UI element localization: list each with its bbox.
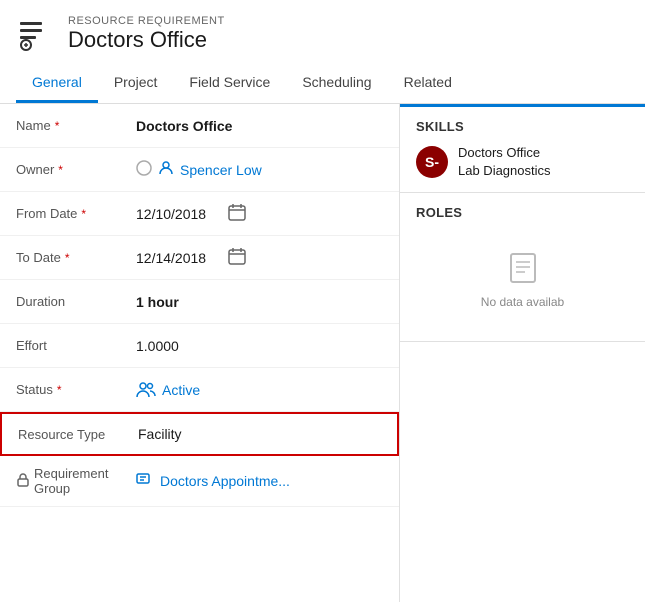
skill-avatar: S-: [416, 146, 448, 178]
main-content: Name * Doctors Office Owner *: [0, 104, 645, 602]
skills-section: Skills S- Doctors OfficeLab Diagnostics: [400, 107, 645, 193]
left-panel: Name * Doctors Office Owner *: [0, 104, 400, 602]
field-owner-row: Owner * Spencer Low: [0, 148, 399, 192]
tab-related[interactable]: Related: [388, 64, 468, 103]
right-panel: Skills S- Doctors OfficeLab Diagnostics …: [400, 104, 645, 602]
no-data-roles: No data availab: [416, 230, 629, 329]
field-to-date-value: 12/14/2018: [136, 247, 383, 268]
required-star-owner: *: [58, 163, 63, 177]
tab-field-service[interactable]: Field Service: [173, 64, 286, 103]
field-owner-label: Owner *: [16, 162, 136, 177]
skill-item: S- Doctors OfficeLab Diagnostics: [416, 144, 629, 180]
tab-scheduling[interactable]: Scheduling: [286, 64, 387, 103]
field-duration-row: Duration 1 hour: [0, 280, 399, 324]
from-date-text[interactable]: 12/10/2018: [136, 206, 206, 222]
skill-name: Doctors OfficeLab Diagnostics: [458, 144, 551, 180]
field-status-label: Status *: [16, 382, 136, 397]
field-requirement-group-row: Requirement Group Doctors Appointme...: [0, 456, 399, 507]
field-owner-value: Spencer Low: [136, 160, 383, 179]
header-text: RESOURCE REQUIREMENT Doctors Office: [68, 15, 225, 53]
to-date-calendar-icon[interactable]: [228, 247, 246, 268]
field-status-row: Status * Active: [0, 368, 399, 412]
field-name-label: Name *: [16, 118, 136, 133]
field-to-date-row: To Date * 12/14/2018: [0, 236, 399, 280]
person-icon: [158, 160, 174, 179]
group-link-icon: [136, 471, 154, 492]
resource-requirement-icon: [16, 14, 56, 54]
required-star-to: *: [65, 251, 70, 265]
required-star: *: [55, 119, 60, 133]
skills-title: Skills: [416, 119, 629, 134]
header-subtitle: RESOURCE REQUIREMENT: [68, 15, 225, 27]
field-from-date-row: From Date * 12/10/2018: [0, 192, 399, 236]
field-effort-row: Effort 1.0000: [0, 324, 399, 368]
field-duration-value[interactable]: 1 hour: [136, 294, 383, 310]
field-resource-type-value[interactable]: Facility: [138, 426, 381, 442]
nav-tabs: General Project Field Service Scheduling…: [0, 64, 645, 104]
status-value[interactable]: Active: [162, 382, 200, 398]
requirement-group-value[interactable]: Doctors Appointme...: [136, 471, 383, 492]
roles-title: Roles: [416, 205, 629, 220]
field-from-date-value: 12/10/2018: [136, 203, 383, 224]
owner-circle-icon: [136, 160, 152, 179]
required-star-from: *: [81, 207, 86, 221]
no-data-icon: [505, 250, 541, 289]
requirement-group-link-text[interactable]: Doctors Appointme...: [160, 473, 290, 489]
field-status-value: Active: [136, 380, 383, 400]
field-duration-label: Duration: [16, 294, 136, 309]
header-title: Doctors Office: [68, 27, 225, 53]
lock-icon: [16, 473, 30, 490]
from-date-calendar-icon[interactable]: [228, 203, 246, 224]
to-date-text[interactable]: 12/14/2018: [136, 250, 206, 266]
page-header: RESOURCE REQUIREMENT Doctors Office: [0, 0, 645, 64]
field-effort-label: Effort: [16, 338, 136, 353]
no-data-text: No data availab: [481, 295, 564, 309]
tab-general[interactable]: General: [16, 64, 98, 103]
tab-project[interactable]: Project: [98, 64, 174, 103]
field-requirement-group-label: Requirement Group: [16, 466, 136, 496]
roles-section: Roles No data availab: [400, 193, 645, 342]
field-name-value[interactable]: Doctors Office: [136, 118, 383, 134]
required-star-status: *: [57, 383, 62, 397]
field-from-date-label: From Date *: [16, 206, 136, 221]
owner-name[interactable]: Spencer Low: [180, 162, 383, 178]
field-effort-value[interactable]: 1.0000: [136, 338, 383, 354]
field-to-date-label: To Date *: [16, 250, 136, 265]
status-people-icon: [136, 380, 156, 400]
field-resource-type-label: Resource Type: [18, 427, 138, 442]
field-name-row: Name * Doctors Office: [0, 104, 399, 148]
field-resource-type-row: Resource Type Facility: [0, 412, 399, 456]
